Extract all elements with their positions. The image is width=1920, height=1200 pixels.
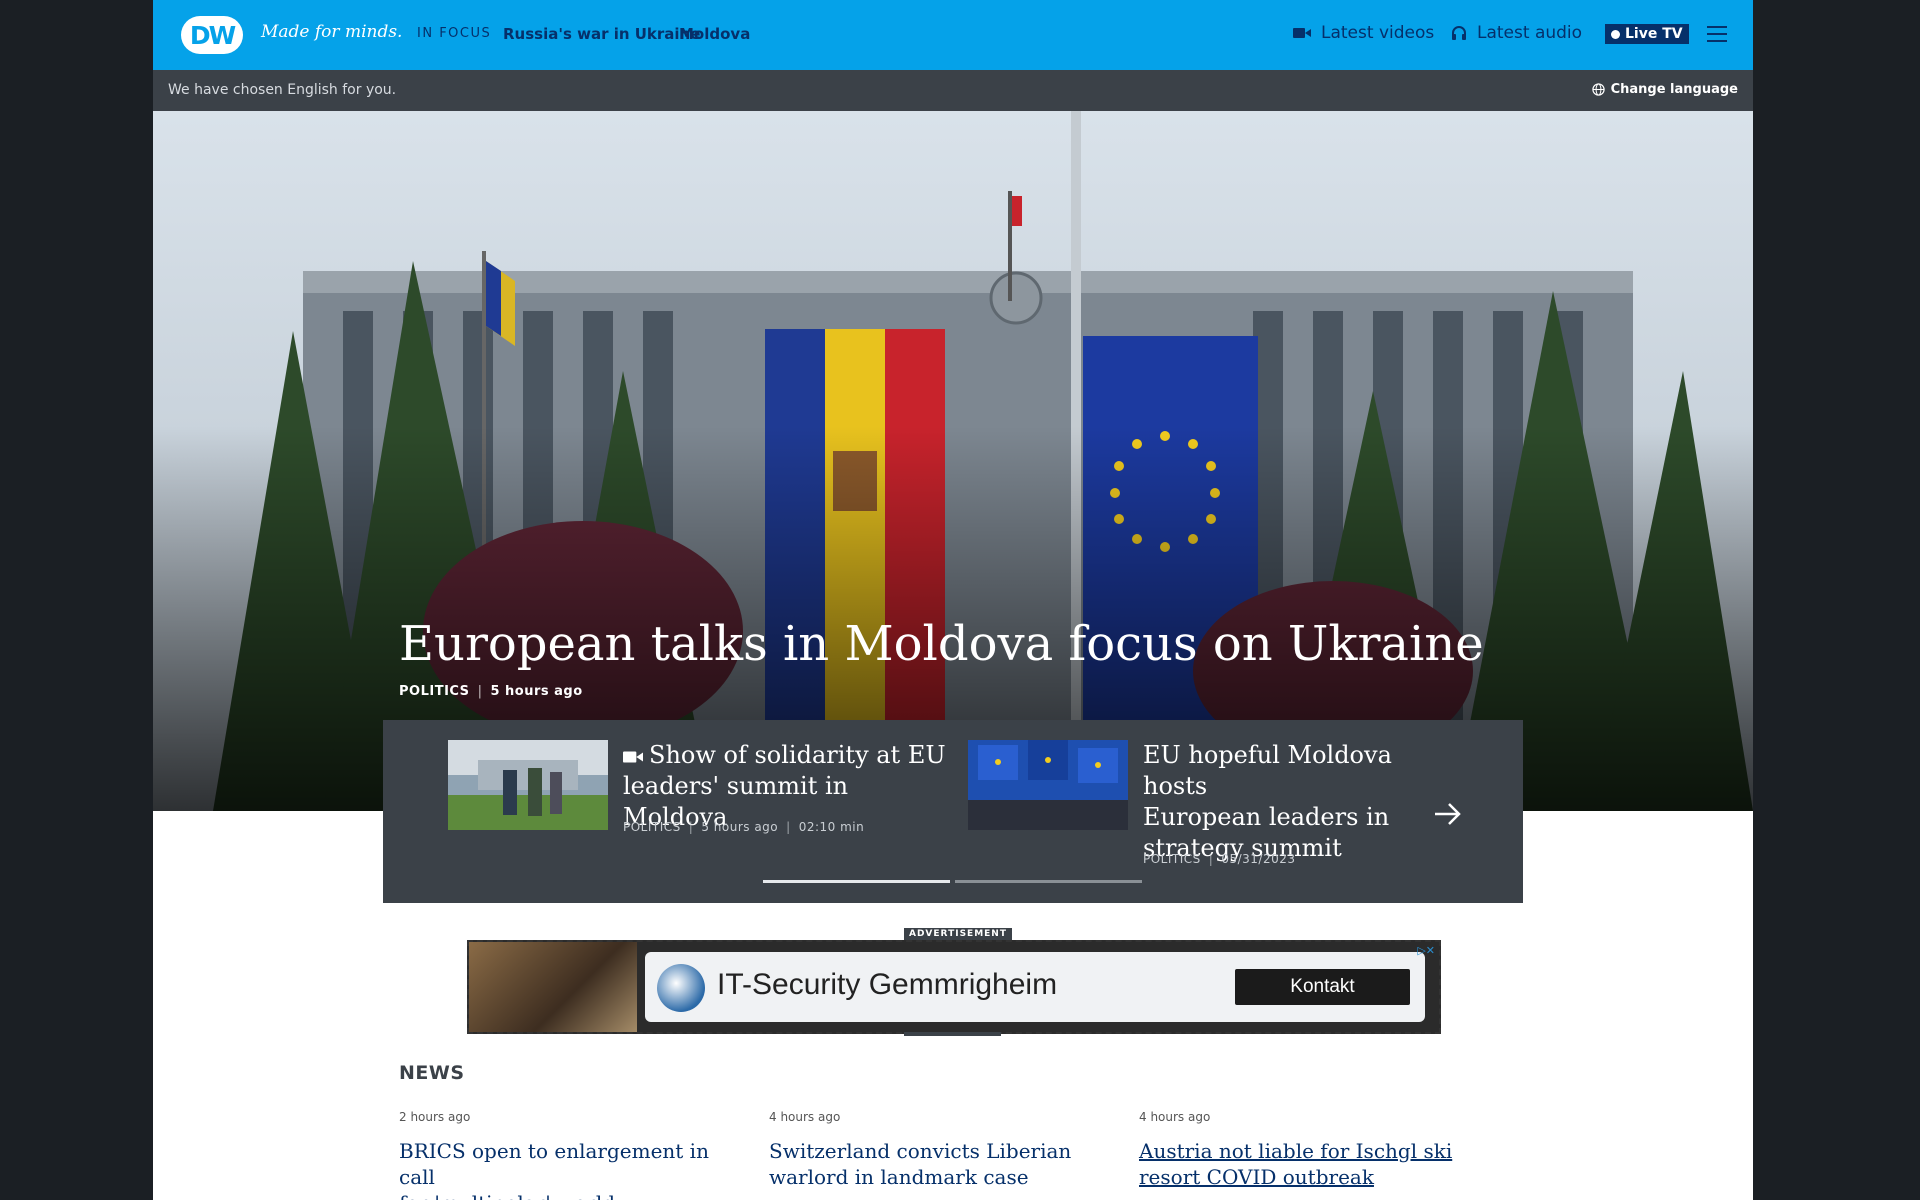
news-item-austria[interactable]: 4 hours ago Austria not liable for Ischg… [1139,1110,1469,1190]
related-item-strategy-summit[interactable]: EU hopeful Moldova hosts European leaders… [968,740,1428,880]
video-camera-icon [1293,28,1311,38]
news-time: 4 hours ago [1139,1110,1211,1124]
ad-headline: IT-Security Gemmrigheim [717,968,1058,1001]
headphones-icon [1452,26,1466,40]
advertisement-banner[interactable]: IT-Security Gemmrigheim Kontakt ▷✕ [467,940,1441,1034]
change-language-button[interactable]: Change language [1591,82,1738,97]
news-title: BRICS open to enlargement in callfor 'mu… [399,1139,709,1200]
ad-card: IT-Security Gemmrigheim Kontakt [645,952,1425,1022]
top-navigation-bar: DW Made for minds. IN FOCUS Russia's war… [153,0,1753,70]
hero-category: POLITICS [399,684,470,699]
news-heading: NEWS [399,1062,465,1084]
change-language-label: Change language [1610,82,1738,97]
carousel-indicator-1[interactable] [763,880,950,883]
news-item-switzerland[interactable]: 4 hours ago Switzerland convicts Liberia… [769,1110,1099,1190]
carousel-next-arrow-icon[interactable] [1433,800,1463,835]
news-item-brics[interactable]: 2 hours ago BRICS open to enlargement in… [399,1110,729,1200]
news-time: 2 hours ago [399,1110,471,1124]
latest-audio-label: Latest audio [1477,23,1583,43]
related-meta-strategy-summit: POLITICS | 05/31/2023 [1143,852,1296,866]
topic-link-moldova[interactable]: Moldova [679,25,750,43]
ad-divider [904,1032,1001,1036]
related-thumbnail-strategy-summit [968,740,1128,830]
hero-headline[interactable]: European talks in Moldova focus on Ukrai… [399,616,1484,672]
latest-videos-label: Latest videos [1321,23,1435,43]
news-time: 4 hours ago [769,1110,841,1124]
live-dot-icon [1611,29,1620,39]
latest-videos-link[interactable]: Latest videos [1293,23,1434,43]
ad-logo-icon [657,964,705,1012]
globe-icon [1591,83,1605,96]
related-item-solidarity[interactable]: Show of solidarity at EU leaders' summit … [448,740,948,860]
hero-time: 5 hours ago [490,684,583,699]
related-title-strategy-summit: EU hopeful Moldova hosts European leaders… [1143,741,1392,862]
hero-teaser[interactable]: European talks in Moldova focus on Ukrai… [153,111,1753,811]
tagline: Made for minds. [261,22,403,42]
menu-icon[interactable] [1707,26,1727,42]
news-title: Austria not liable for Ischgl ski resort … [1139,1139,1453,1189]
live-tv-button[interactable]: Live TV [1605,24,1689,44]
news-title: Switzerland convicts Liberian warlord in … [769,1139,1072,1189]
latest-audio-link[interactable]: Latest audio [1451,23,1582,43]
ad-contact-button[interactable]: Kontakt [1235,969,1410,1005]
topic-link-ukraine-war[interactable]: Russia's war in Ukraine [503,25,700,43]
hero-image [153,111,1753,811]
ad-photo [469,942,637,1032]
dw-logo[interactable]: DW [181,16,243,54]
carousel-indicator-2[interactable] [955,880,1142,883]
advertisement-label: ADVERTISEMENT [904,928,1012,940]
ad-close-icon[interactable]: ▷✕ [1417,944,1435,957]
language-bar: We have chosen English for you. Change l… [153,70,1753,111]
related-thumbnail-solidarity [448,740,608,830]
hero-meta: POLITICS | 5 hours ago [399,684,583,699]
language-message: We have chosen English for you. [168,82,397,98]
page: DW Made for minds. IN FOCUS Russia's war… [153,0,1753,1200]
in-focus-label: IN FOCUS [417,26,492,41]
live-tv-label: Live TV [1625,26,1683,42]
related-carousel: Show of solidarity at EU leaders' summit … [383,720,1523,903]
related-meta-solidarity: POLITICS | 5 hours ago | 02:10 min [623,820,865,834]
video-camera-icon [623,750,643,763]
